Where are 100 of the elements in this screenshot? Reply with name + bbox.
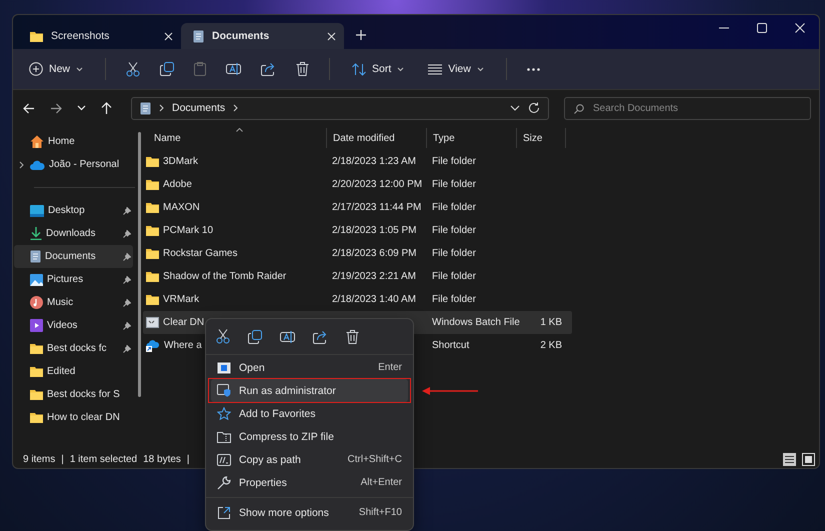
desktop-icon: [30, 204, 44, 216]
trash-icon[interactable]: [346, 330, 359, 344]
size-cell: 1 KB: [540, 317, 562, 328]
tab[interactable]: Documents: [181, 23, 344, 49]
close-icon[interactable]: [164, 32, 173, 40]
file-row[interactable]: MAXON 2/17/2023 11:44 PM File folder: [143, 196, 572, 219]
breadcrumb[interactable]: Documents: [172, 102, 226, 114]
document-icon: [140, 102, 151, 114]
sidebar-item[interactable]: Desktop: [14, 199, 133, 222]
file-row[interactable]: VRMark 2/18/2023 1:40 AM File folder: [143, 288, 572, 311]
search-field[interactable]: Search Documents: [564, 96, 811, 120]
scrollbar[interactable]: [138, 132, 141, 397]
copy-icon[interactable]: [160, 62, 174, 76]
type-cell: File folder: [432, 225, 476, 236]
folder-icon: [30, 343, 43, 354]
folder-icon: [30, 389, 43, 400]
lines-icon: [428, 64, 442, 74]
date-cell: 2/18/2023 1:23 AM: [332, 156, 416, 167]
menu-item[interactable]: Compress to ZIP file: [211, 425, 408, 448]
file-row[interactable]: Where a Shortcut 2 KB: [143, 334, 572, 357]
status-text: |: [186, 454, 190, 464]
close-icon[interactable]: [795, 23, 805, 33]
file-row[interactable]: 3DMark 2/18/2023 1:23 AM File folder: [143, 150, 572, 173]
pin-icon: [123, 252, 131, 260]
forward-icon[interactable]: [50, 102, 62, 114]
status-text: |: [61, 454, 64, 464]
caret-icon: [397, 66, 404, 72]
sort-caret-icon: [236, 128, 243, 132]
file-name: Clear DN: [163, 317, 204, 328]
sidebar-item[interactable]: Videos: [14, 314, 133, 337]
refresh-icon[interactable]: [528, 102, 540, 114]
sidebar-item[interactable]: Documents: [14, 245, 133, 268]
shortcut-label: Alt+Enter: [360, 477, 402, 488]
menu-item[interactable]: Open Enter: [211, 356, 408, 379]
menu-item[interactable]: Run as administrator: [211, 379, 408, 402]
sidebar-item[interactable]: João - Personal: [14, 153, 133, 176]
sidebar-item[interactable]: Home: [14, 130, 133, 153]
column-header[interactable]: Name: [143, 128, 326, 148]
sort-button[interactable]: Sort: [350, 58, 406, 80]
sidebar-item[interactable]: Pictures: [14, 268, 133, 291]
shield-window-icon: [217, 384, 231, 397]
file-row[interactable]: Adobe 2/20/2023 12:00 PM File folder: [143, 173, 572, 196]
file-row[interactable]: PCMark 10 2/18/2023 1:05 PM File folder: [143, 219, 572, 242]
sidebar-item[interactable]: Best docks fc: [14, 337, 133, 360]
sidebar-item[interactable]: Music: [14, 291, 133, 314]
menu-item[interactable]: Properties Alt+Enter: [211, 471, 408, 494]
music-icon: [30, 296, 43, 309]
sidebar-item[interactable]: How to clear DN: [14, 406, 133, 429]
file-row[interactable]: Rockstar Games 2/18/2023 6:09 PM File folder: [143, 242, 572, 265]
chevron-right-icon[interactable]: [19, 160, 24, 168]
type-cell: File folder: [432, 294, 476, 305]
tiles-view-icon[interactable]: [802, 452, 815, 466]
sidebar-item[interactable]: Downloads: [14, 222, 133, 245]
cut-icon[interactable]: [216, 329, 230, 344]
cut-icon[interactable]: [126, 62, 140, 76]
pin-icon: [123, 298, 131, 306]
up-icon[interactable]: [101, 102, 112, 114]
close-icon[interactable]: [327, 32, 336, 40]
file-name: MAXON: [163, 202, 200, 213]
column-header[interactable]: Date modified: [326, 128, 426, 148]
column-header[interactable]: Type: [426, 128, 516, 148]
menu-item[interactable]: Show more options Shift+F10: [211, 501, 408, 524]
menu-item[interactable]: Copy as path Ctrl+Shift+C: [211, 448, 408, 471]
back-icon[interactable]: [23, 102, 35, 114]
tab[interactable]: Screenshots: [18, 23, 181, 49]
paste-icon[interactable]: [194, 62, 206, 76]
pin-icon: [123, 322, 131, 330]
rename-icon[interactable]: [280, 330, 295, 344]
window-icon: [217, 362, 231, 374]
folder-icon: [146, 248, 159, 259]
new-button[interactable]: New: [27, 58, 86, 80]
column-header[interactable]: Size: [516, 128, 566, 148]
copy-icon[interactable]: [248, 330, 262, 344]
home-icon: [30, 135, 44, 148]
file-name: 3DMark: [163, 156, 198, 167]
details-view-icon[interactable]: [783, 452, 796, 466]
plus-icon[interactable]: [356, 30, 366, 40]
download-icon: [30, 227, 42, 240]
trash-icon[interactable]: [296, 62, 310, 76]
type-cell: Shortcut: [432, 340, 470, 351]
chevron-down-icon[interactable]: [510, 105, 520, 111]
rename-icon[interactable]: [226, 62, 242, 76]
chevron-down-icon[interactable]: [77, 105, 86, 111]
document-icon: [30, 250, 41, 263]
caret-icon: [76, 66, 84, 72]
date-cell: 2/17/2023 11:44 PM: [332, 202, 422, 213]
file-name: PCMark 10: [163, 225, 214, 236]
view-button[interactable]: View: [426, 59, 486, 79]
more-icon[interactable]: [526, 68, 540, 70]
maximize-icon[interactable]: [757, 23, 767, 33]
sidebar-item[interactable]: Edited: [14, 360, 133, 383]
pin-icon: [123, 276, 131, 284]
file-row[interactable]: Shadow of the Tomb Raider 2/19/2023 2:21 AM File folder: [143, 265, 572, 288]
batch-file-icon: [146, 317, 159, 328]
sidebar-item[interactable]: Best docks for S: [14, 383, 133, 406]
share-icon[interactable]: [261, 62, 276, 76]
star-icon: [217, 407, 231, 420]
menu-item[interactable]: Add to Favorites: [211, 402, 408, 425]
address-bar[interactable]: Documents: [131, 96, 549, 120]
share-icon[interactable]: [313, 330, 328, 344]
